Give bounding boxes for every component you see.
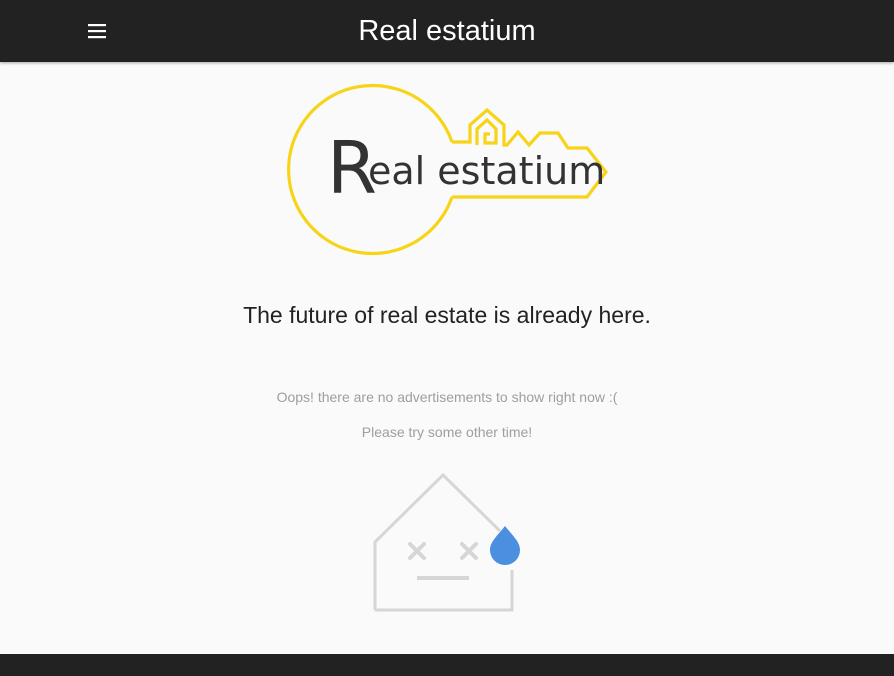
tagline: The future of real estate is already her… <box>243 302 651 328</box>
app-title: Real estatium <box>358 15 536 47</box>
empty-state-message: Oops! there are no advertisements to sho… <box>276 389 618 405</box>
real-estatium-logo: R eal estatium <box>282 80 612 262</box>
app-bar: Real estatium <box>0 0 894 62</box>
sad-house-icon <box>368 470 528 616</box>
footer-bar <box>0 654 894 676</box>
logo-wordmark: eal estatium <box>368 149 605 193</box>
empty-state-hint: Please try some other time! <box>361 424 533 440</box>
